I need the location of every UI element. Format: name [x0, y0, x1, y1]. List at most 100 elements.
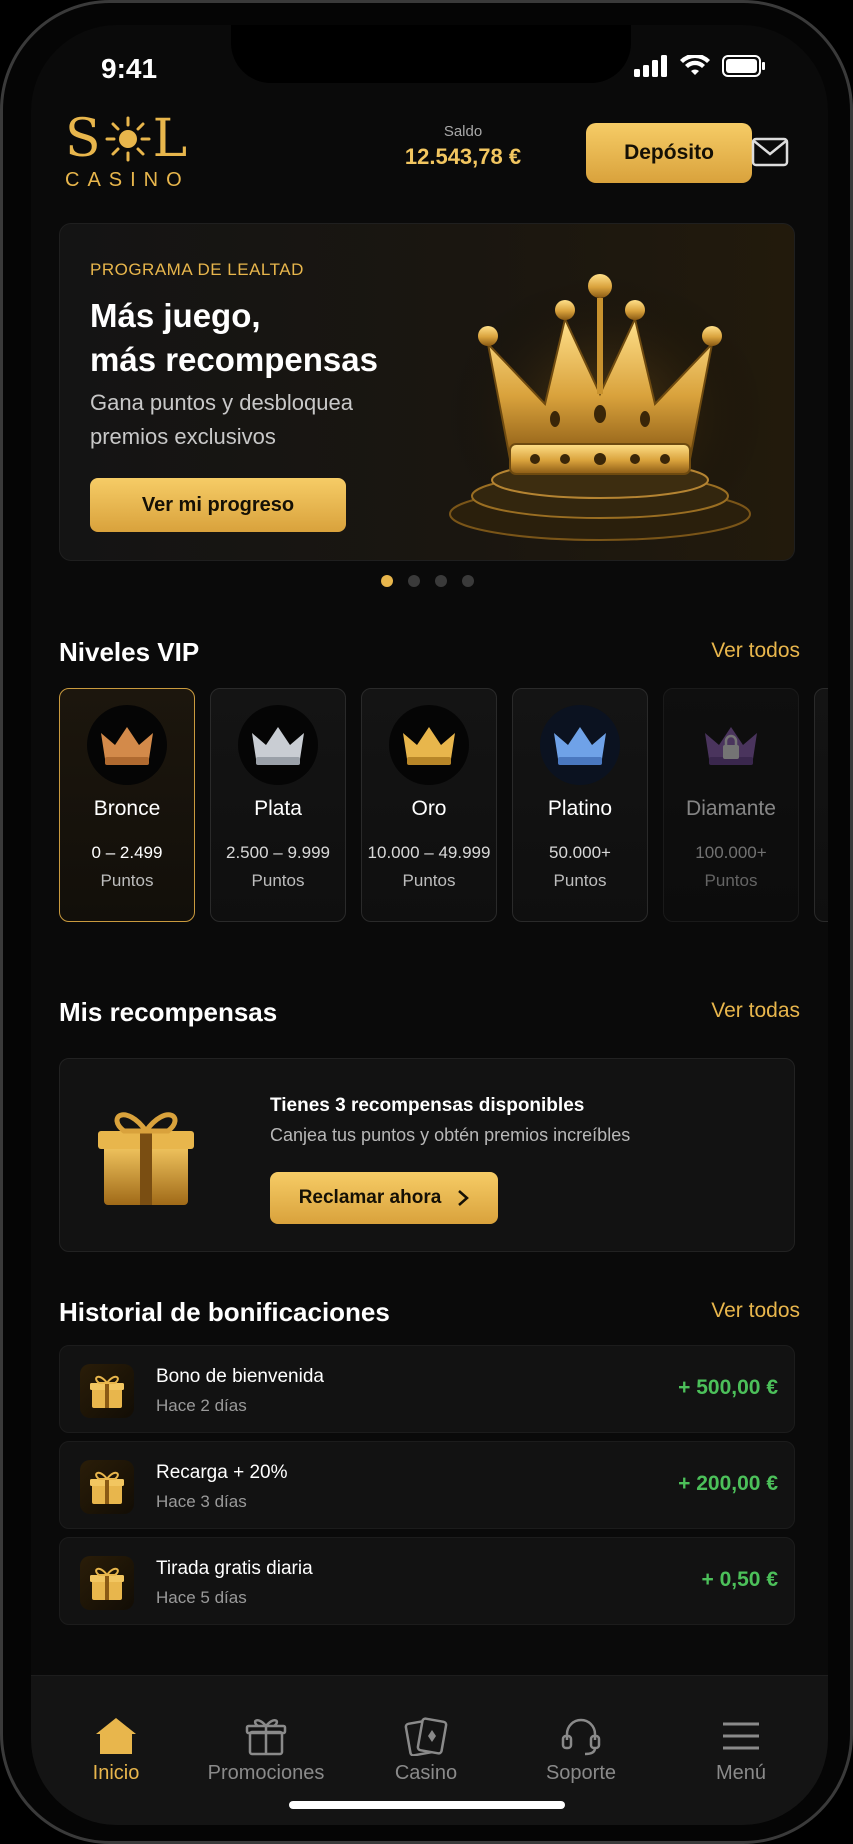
gift-icon: [245, 1719, 287, 1756]
nav-item-promociones[interactable]: Promociones: [196, 1716, 336, 1785]
rewards-card-subtitle: Canjea tus puntos y obtén premios increí…: [270, 1125, 631, 1145]
vip-card-diamante[interactable]: Diamante 100.000+ Puntos: [663, 688, 799, 922]
history-date: Hace 2 días: [156, 1396, 247, 1415]
gift-icon: [80, 1556, 134, 1610]
status-time: 9:41: [101, 53, 158, 84]
nav-item-soporte[interactable]: Soporte: [511, 1716, 651, 1785]
platinum-crown-icon: [540, 705, 620, 785]
nav-item-menu[interactable]: Menú: [671, 1716, 811, 1785]
history-row[interactable]: Bono de bienvenida Hace 2 días + 500,00 …: [59, 1345, 795, 1433]
banner-title-line1: Más juego,: [90, 297, 261, 334]
vip-unit: Puntos: [100, 871, 154, 890]
vip-card-platino[interactable]: Platino 50.000+ Puntos: [512, 688, 648, 922]
vip-card-bronce[interactable]: Bronce 0 – 2.499 Puntos: [59, 688, 195, 922]
vip-card-oro[interactable]: Oro 10.000 – 49.999 Puntos: [361, 688, 497, 922]
casino-logo[interactable]: S L CASINO: [65, 113, 195, 192]
history-amount: + 0,50 €: [701, 1568, 778, 1591]
history-row[interactable]: Recarga + 20% Hace 3 días + 200,00 €: [59, 1441, 795, 1529]
history-row[interactable]: Tirada gratis diaria Hace 5 días + 0,50 …: [59, 1537, 795, 1625]
vip-unit: Puntos: [251, 871, 305, 890]
rewards-card-title: Tienes 3 recompensas disponibles: [270, 1095, 585, 1116]
nav-label: Casino: [394, 1762, 458, 1784]
history-amount: + 500,00 €: [678, 1376, 778, 1399]
gold-crown-icon: [389, 705, 469, 785]
vip-range: 0 – 2.499: [91, 843, 163, 862]
deposit-button[interactable]: Depósito: [586, 123, 752, 183]
view-progress-button[interactable]: Ver mi progreso: [90, 478, 346, 532]
history-see-all-link[interactable]: Ver todos: [711, 1299, 800, 1323]
mail-icon[interactable]: [751, 137, 789, 167]
vip-card-plata[interactable]: Plata 2.500 – 9.999 Puntos: [210, 688, 346, 922]
vip-unit: Puntos: [704, 871, 758, 890]
loyalty-banner[interactable]: PROGRAMA DE LEALTAD Más juego, más recom…: [59, 223, 795, 561]
balance-value: 12.543,78 €: [404, 144, 522, 169]
nav-item-inicio[interactable]: Inicio: [46, 1716, 186, 1785]
nav-label: Menú: [715, 1762, 767, 1784]
vip-unit: Puntos: [402, 871, 456, 890]
carousel-dot[interactable]: [435, 575, 447, 587]
phone-frame: 9:41 S L CASINO Saldo 12.543,78 € Depósi…: [0, 0, 853, 1844]
vip-name: Diamante: [686, 797, 776, 820]
vip-range: 50.000+: [549, 843, 611, 862]
vip-card-partial[interactable]: [814, 688, 828, 922]
home-indicator[interactable]: [289, 1801, 565, 1809]
nav-item-casino[interactable]: Casino: [356, 1716, 496, 1785]
status-icons: [634, 55, 766, 77]
history-date: Hace 5 días: [156, 1588, 247, 1607]
banner-subtitle: Gana puntos y desbloquea premios exclusi…: [90, 390, 353, 449]
vip-name: Plata: [254, 797, 302, 820]
vip-range: 100.000+: [695, 843, 767, 862]
vip-levels-list: Bronce 0 – 2.499 Puntos Plata 2.500 – 9.…: [59, 688, 828, 924]
sun-icon: [105, 116, 151, 162]
banner-title-line2: más recompensas: [90, 341, 378, 378]
vip-unit: Puntos: [553, 871, 607, 890]
rewards-section-title: Mis recompensas: [59, 997, 278, 1027]
signal-icon: [634, 55, 667, 77]
banner-eyebrow: PROGRAMA DE LEALTAD: [90, 260, 304, 279]
wifi-icon: [680, 55, 710, 75]
crown-icon: [445, 274, 765, 554]
history-section-title: Historial de bonificaciones: [59, 1297, 390, 1327]
history-date: Hace 3 días: [156, 1492, 247, 1511]
history-amount: + 200,00 €: [678, 1472, 778, 1495]
balance-label: Saldo: [443, 123, 483, 140]
home-icon: [96, 1718, 136, 1754]
nav-label: Soporte: [545, 1762, 617, 1784]
gift-icon: [80, 1460, 134, 1514]
history-title: Tirada gratis diaria: [156, 1558, 313, 1579]
nav-label: Inicio: [92, 1762, 140, 1784]
screen: 9:41 S L CASINO Saldo 12.543,78 € Depósi…: [31, 25, 828, 1825]
logo-letter-s: S: [65, 109, 103, 169]
vip-range: 10.000 – 49.999: [367, 843, 491, 862]
logo-casino-text: CASINO: [65, 169, 190, 191]
carousel-dot[interactable]: [381, 575, 393, 587]
carousel-dot[interactable]: [408, 575, 420, 587]
vip-name: Platino: [547, 797, 613, 820]
rewards-see-all-link[interactable]: Ver todas: [711, 999, 800, 1023]
cards-icon: [404, 1717, 448, 1756]
gift-icon: [80, 1364, 134, 1418]
vip-name: Bronce: [93, 797, 161, 820]
vip-section-title: Niveles VIP: [59, 637, 200, 667]
bronze-crown-icon: [87, 705, 167, 785]
gift-box-icon: [98, 1112, 194, 1205]
notch: [231, 25, 631, 83]
banner-title: Más juego, más recompensas: [90, 294, 450, 382]
history-title: Recarga + 20%: [156, 1462, 288, 1483]
claim-now-label: Reclamar ahora: [298, 1187, 442, 1208]
nav-label: Promociones: [207, 1762, 325, 1784]
carousel-dots[interactable]: [381, 575, 474, 587]
battery-icon: [722, 55, 765, 77]
vip-see-all-link[interactable]: Ver todos: [711, 639, 800, 663]
balance: Saldo 12.543,78 €: [401, 123, 525, 170]
silver-crown-icon: [238, 705, 318, 785]
menu-icon: [723, 1722, 759, 1750]
headset-icon: [561, 1718, 601, 1756]
claim-now-button[interactable]: Reclamar ahora: [270, 1172, 498, 1224]
vip-name: Oro: [411, 797, 447, 820]
history-title: Bono de bienvenida: [156, 1366, 324, 1387]
carousel-dot[interactable]: [462, 575, 474, 587]
vip-range: 2.500 – 9.999: [226, 843, 330, 862]
rewards-card: Tienes 3 recompensas disponibles Canjea …: [59, 1058, 795, 1252]
chevron-right-icon: [458, 1190, 470, 1206]
